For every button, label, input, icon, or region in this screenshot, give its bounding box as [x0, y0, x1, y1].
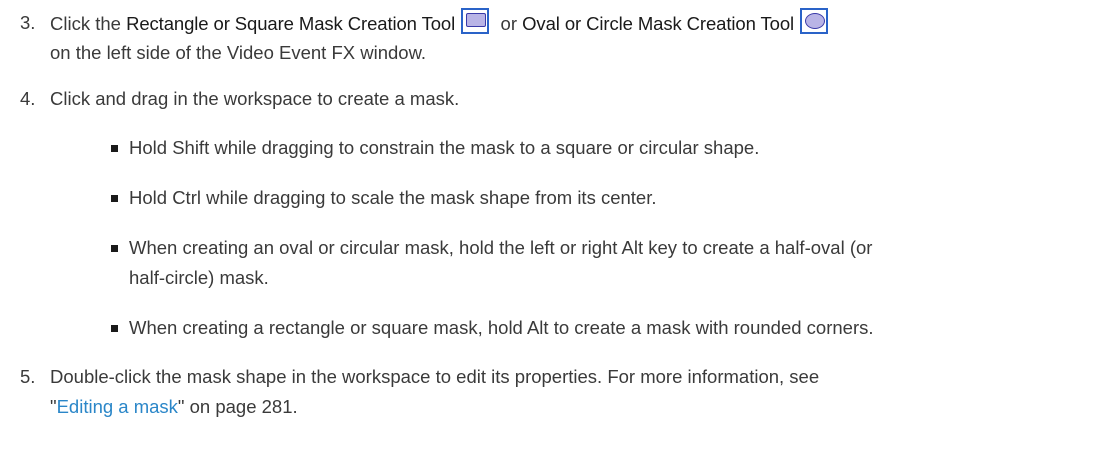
bullet-square-icon	[111, 325, 118, 332]
step-number: 3.	[20, 12, 36, 33]
bullet-text: When creating an oval or circular mask, …	[129, 237, 873, 258]
after-link-text: " on page 281.	[177, 396, 298, 417]
rectangle-mask-tool-icon	[461, 8, 490, 34]
step-text-line2: on the left side of the Video Event FX w…	[50, 42, 427, 63]
step-text-pre: Click the	[50, 13, 127, 34]
bullet-text: Hold Ctrl while dragging to scale the ma…	[129, 187, 657, 208]
bullet-square-icon	[111, 195, 118, 202]
rectangle-tool-name: Rectangle or Square Mask Creation Tool	[126, 13, 456, 34]
bullet-square-icon	[111, 245, 118, 252]
bullet-text: When creating a rectangle or square mask…	[129, 317, 874, 338]
step-number: 5.	[20, 366, 36, 387]
step-text: Double-click the mask shape in the works…	[50, 366, 820, 387]
step-text-line2: "Editing a mask" on page 281.	[50, 392, 1100, 422]
editing-a-mask-link[interactable]: Editing a mask	[57, 396, 178, 417]
oval-mask-tool-icon	[800, 8, 829, 34]
quote-open: "	[50, 396, 57, 417]
bullet-text: Hold Shift while dragging to constrain t…	[129, 137, 760, 158]
step-number: 4.	[20, 88, 36, 109]
bullet-square-icon	[111, 145, 118, 152]
oval-tool-name: Oval or Circle Mask Creation Tool	[522, 13, 795, 34]
step-text: Click the Rectangle or Square Mask Creat…	[50, 8, 1100, 39]
step-text: Click and drag in the workspace to creat…	[50, 88, 460, 109]
bullet-text: half-circle) mask.	[129, 267, 269, 288]
step-text-mid: or	[495, 13, 523, 34]
